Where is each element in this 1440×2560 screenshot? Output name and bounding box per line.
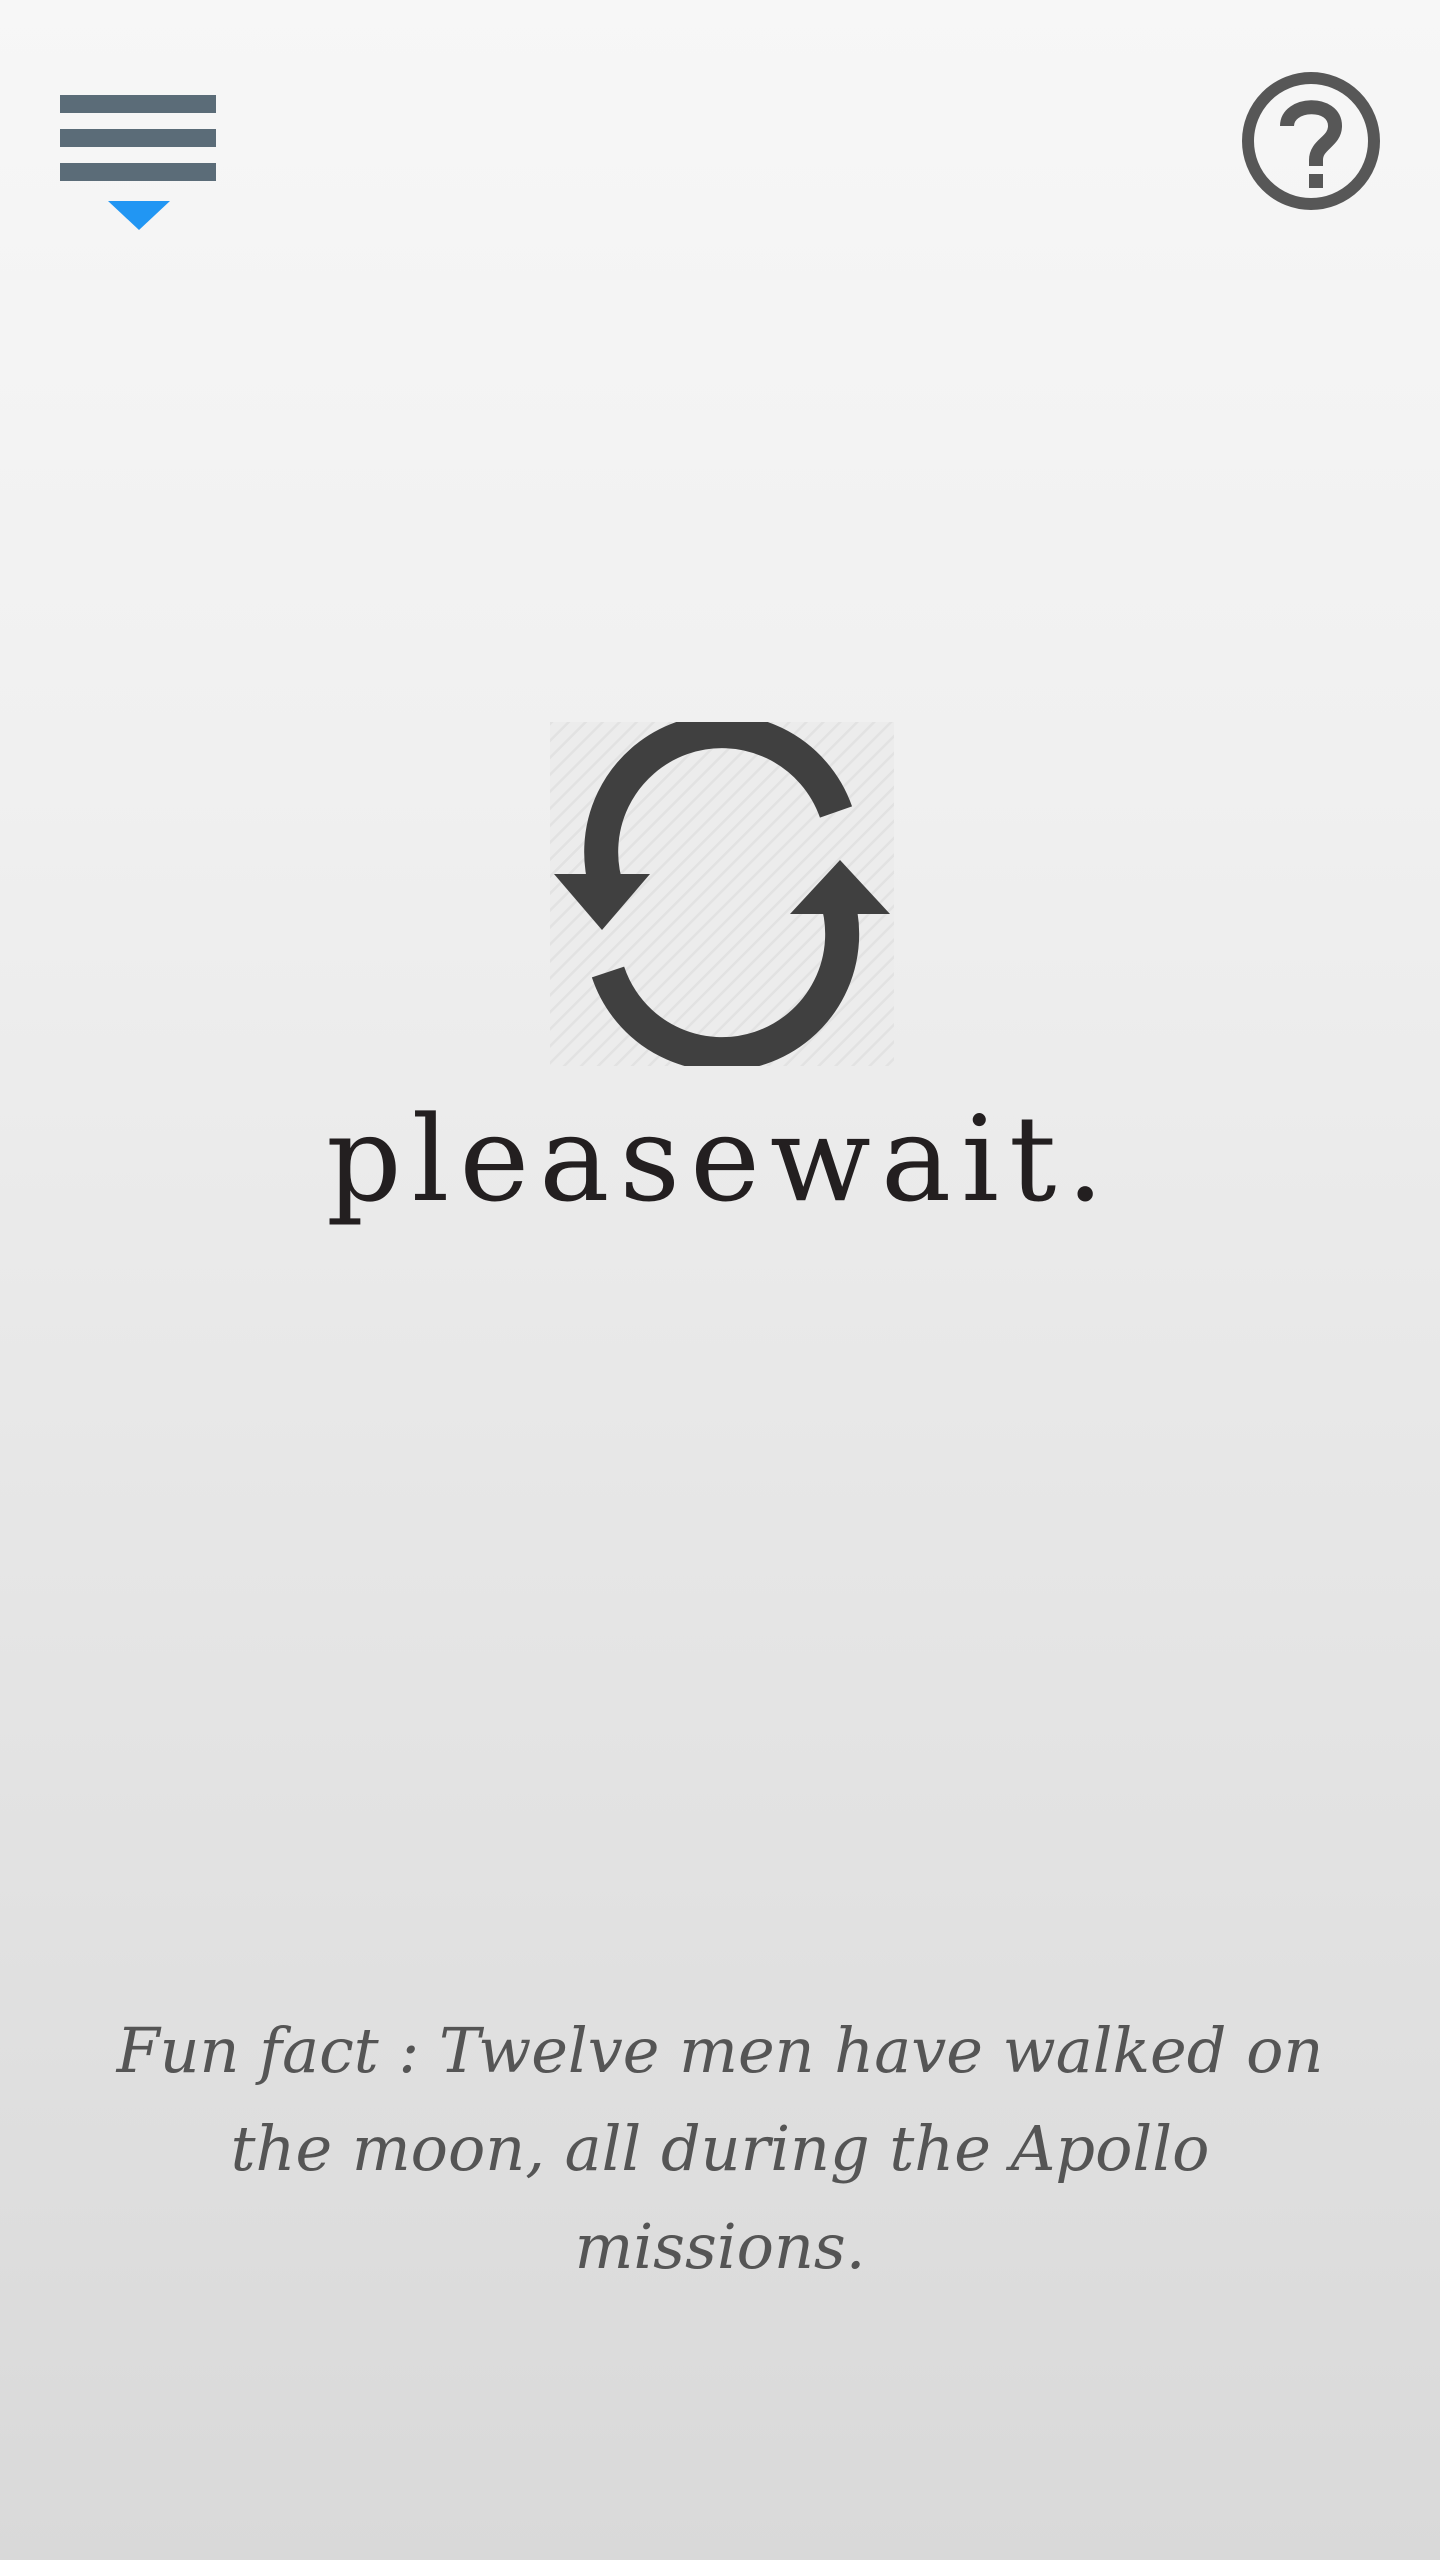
help-button[interactable] [1240, 70, 1382, 212]
loader [550, 714, 894, 1072]
help-circle-icon [1242, 72, 1380, 210]
menu-dropdown-icon [60, 95, 216, 230]
fun-fact-text: Fun fact : Twelve men have walked on the… [116, 2014, 1324, 2283]
brand-text: pleasewait. [326, 1090, 1114, 1228]
menu-button[interactable] [60, 95, 220, 235]
refresh-icon [550, 714, 894, 1072]
